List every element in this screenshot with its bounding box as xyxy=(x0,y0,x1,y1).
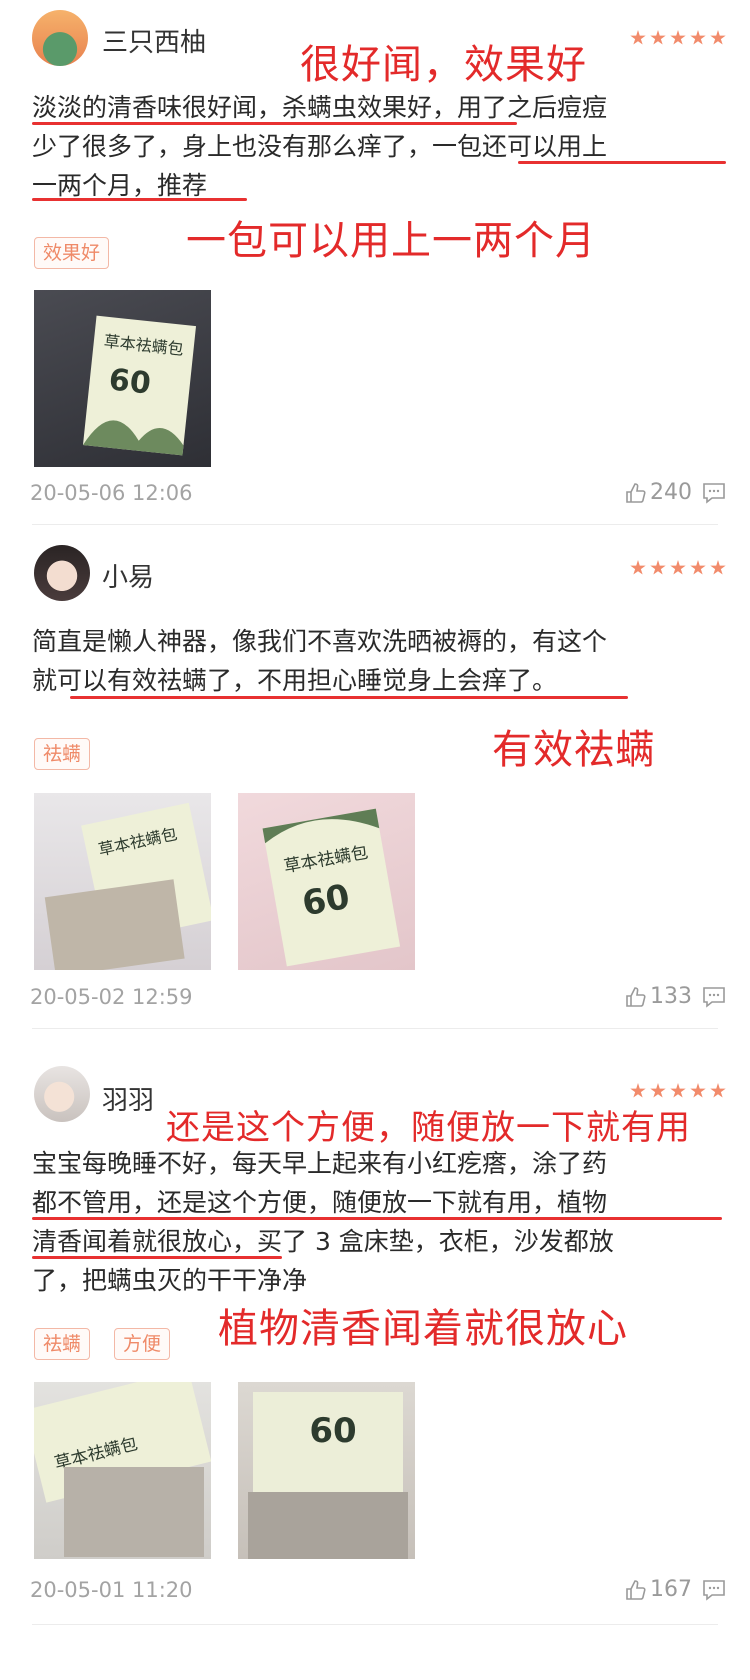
review-photo[interactable]: 草本祛螨包 xyxy=(34,793,211,970)
review-line: 简直是懒人神器，像我们不喜欢洗晒被褥的，有这个 xyxy=(32,627,608,656)
review-tag[interactable]: 方便 xyxy=(114,1328,171,1360)
box-number: 60 xyxy=(107,362,152,401)
star-icon xyxy=(690,30,706,45)
annotation-underline xyxy=(32,1256,282,1259)
star-rating xyxy=(630,30,726,46)
star-icon xyxy=(710,30,726,45)
like-button[interactable]: 240 xyxy=(624,480,692,505)
review-photo[interactable]: 草本祛螨包 60 xyxy=(34,290,211,467)
review-tag[interactable]: 祛螨 xyxy=(34,1328,91,1360)
avatar[interactable] xyxy=(32,10,88,66)
annotation-callout: 植物清香闻着就很放心 xyxy=(218,1306,628,1352)
review-card: 三只西柚 很好闻，效果好 淡淡的清香味很好闻，杀螨虫效果好，用了之后痘痘 少了很… xyxy=(0,0,750,525)
like-button[interactable]: 167 xyxy=(624,1577,692,1602)
username[interactable]: 三只西柚 xyxy=(102,22,206,59)
star-icon xyxy=(630,30,646,45)
star-icon xyxy=(630,560,646,575)
like-count: 240 xyxy=(650,480,692,505)
annotation-underline xyxy=(32,198,247,201)
divider xyxy=(32,1028,718,1029)
star-icon xyxy=(650,1083,666,1098)
product-box-image: 草本祛螨包 xyxy=(34,1382,211,1557)
star-icon xyxy=(710,1083,726,1098)
box-number: 60 xyxy=(299,877,353,925)
comment-button[interactable] xyxy=(702,986,726,1012)
username[interactable]: 羽羽 xyxy=(102,1080,154,1117)
annotation-callout: 一包可以用上一两个月 xyxy=(186,218,596,264)
like-count: 167 xyxy=(650,1577,692,1602)
review-date: 20-05-01 11:20 xyxy=(30,1578,193,1602)
like-count: 133 xyxy=(650,984,692,1009)
divider xyxy=(32,1624,718,1625)
star-icon xyxy=(710,560,726,575)
star-icon xyxy=(670,1083,686,1098)
review-line: 了，把螨虫灭的干干净净 xyxy=(32,1266,308,1295)
thumbs-up-icon xyxy=(626,1579,646,1600)
thumbs-up-icon xyxy=(626,986,646,1007)
review-tag[interactable]: 效果好 xyxy=(34,237,110,269)
product-box-image: 草本祛螨包 xyxy=(44,802,211,970)
review-date: 20-05-06 12:06 xyxy=(30,481,193,505)
like-button[interactable]: 133 xyxy=(624,984,692,1009)
star-rating xyxy=(630,560,726,576)
avatar[interactable] xyxy=(34,1066,90,1122)
star-icon xyxy=(650,30,666,45)
avatar[interactable] xyxy=(34,545,90,601)
box-number: 60 xyxy=(309,1411,356,1451)
comment-icon xyxy=(703,483,725,504)
annotation-underline xyxy=(32,122,517,125)
review-text: 简直是懒人神器，像我们不喜欢洗晒被褥的，有这个 就可以有效祛螨了，不用担心睡觉身… xyxy=(32,622,730,700)
thumbs-up-icon xyxy=(626,482,646,503)
star-icon xyxy=(690,1083,706,1098)
comment-button[interactable] xyxy=(702,482,726,508)
review-photo[interactable]: 草本祛螨包 60 xyxy=(238,793,415,970)
annotation-underline xyxy=(32,1217,722,1220)
annotation-underline xyxy=(70,696,628,699)
star-icon xyxy=(630,1083,646,1098)
annotation-callout: 还是这个方便，随便放一下就有用 xyxy=(166,1108,691,1148)
product-box-image: 草本祛螨包 60 xyxy=(82,315,197,456)
star-icon xyxy=(650,560,666,575)
comment-icon xyxy=(703,987,725,1008)
review-date: 20-05-02 12:59 xyxy=(30,985,193,1009)
star-icon xyxy=(670,560,686,575)
star-rating xyxy=(630,1083,726,1099)
review-photo[interactable]: 60 xyxy=(238,1382,415,1559)
product-box-image: 草本祛螨包 60 xyxy=(262,808,401,967)
comment-button[interactable] xyxy=(702,1579,726,1605)
annotation-callout: 有效祛螨 xyxy=(492,727,656,773)
review-text: 宝宝每晚睡不好，每天早上起来有小红疙瘩，涂了药 都不管用，还是这个方便，随便放一… xyxy=(32,1144,730,1300)
star-icon xyxy=(670,30,686,45)
review-card: 羽羽 还是这个方便，随便放一下就有用 宝宝每晚睡不好，每天早上起来有小红疙瘩，涂… xyxy=(0,1030,750,1650)
username[interactable]: 小易 xyxy=(102,557,154,594)
review-line: 宝宝每晚睡不好，每天早上起来有小红疙瘩，涂了药 xyxy=(32,1149,608,1178)
review-line: 就可以有效祛螨了，不用担心睡觉身上会痒了。 xyxy=(32,666,558,695)
review-tag[interactable]: 祛螨 xyxy=(34,738,91,770)
review-photo[interactable]: 草本祛螨包 xyxy=(34,1382,211,1559)
star-icon xyxy=(690,560,706,575)
annotation-underline xyxy=(518,161,726,164)
review-card: 小易 简直是懒人神器，像我们不喜欢洗晒被褥的，有这个 就可以有效祛螨了，不用担心… xyxy=(0,525,750,1030)
annotation-callout: 很好闻，效果好 xyxy=(300,42,587,88)
product-box-image: 60 xyxy=(248,1392,408,1559)
review-text: 淡淡的清香味很好闻，杀螨虫效果好，用了之后痘痘 少了很多了，身上也没有那么痒了，… xyxy=(32,88,730,205)
comment-icon xyxy=(703,1580,725,1601)
